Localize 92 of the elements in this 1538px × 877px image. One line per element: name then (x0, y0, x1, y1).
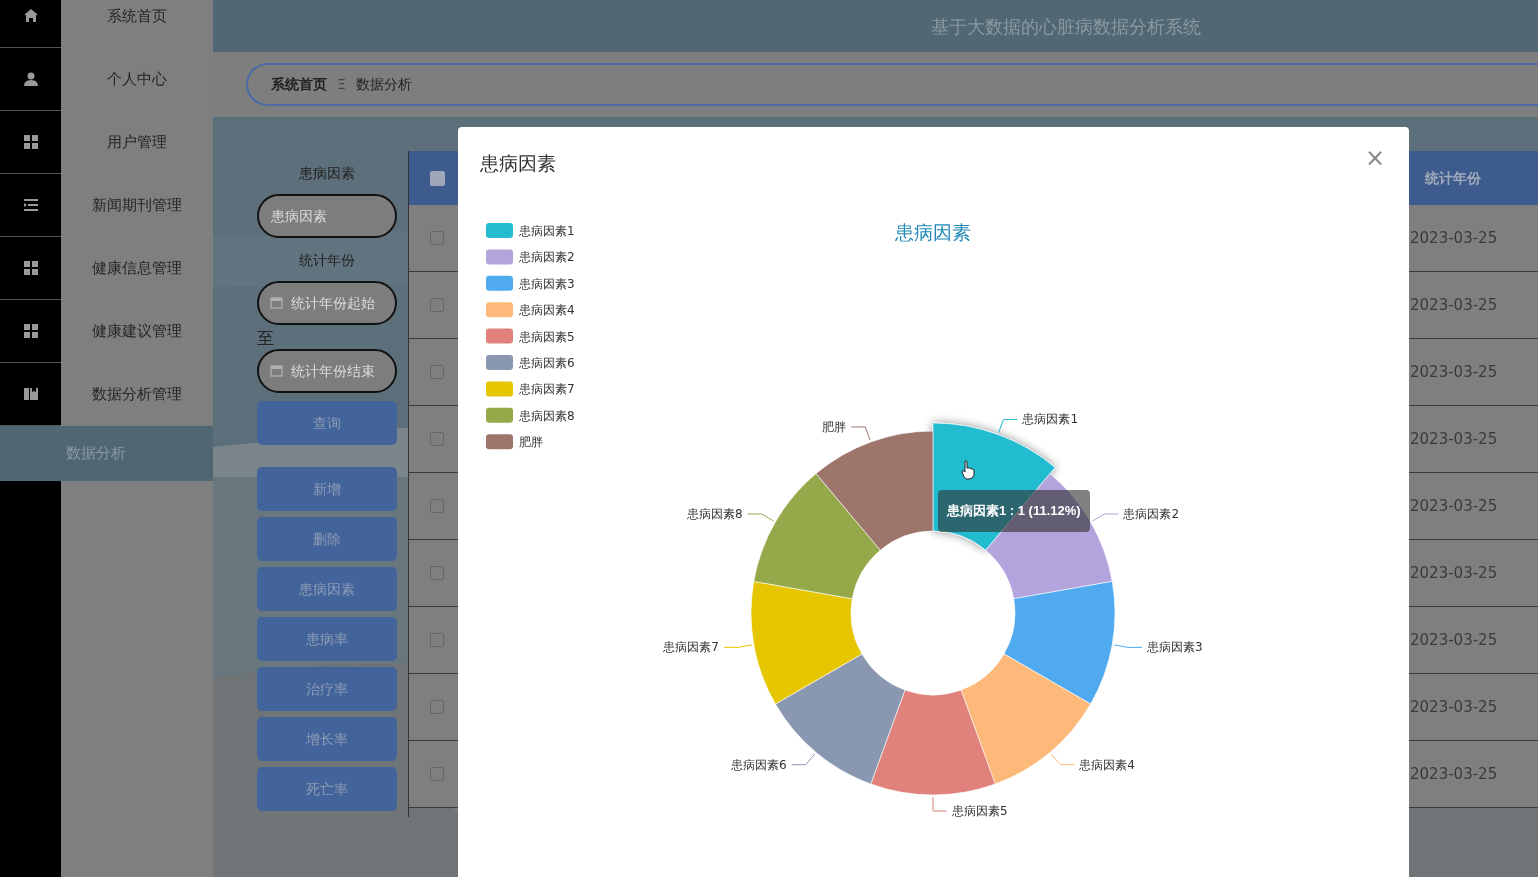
leader-line (1113, 644, 1143, 648)
donut-slice[interactable] (751, 581, 863, 705)
slice-label: 患病因素5 (952, 804, 1008, 818)
legend-item[interactable]: 患病因素4 (486, 302, 575, 318)
home-icon (22, 8, 39, 24)
checkbox[interactable] (430, 566, 444, 580)
slice-label: 患病因素2 (1123, 507, 1180, 521)
checkbox[interactable] (430, 432, 444, 446)
field-label: 统计年份 (298, 251, 356, 270)
input-field[interactable]: 统计年份起始 (257, 281, 397, 325)
leader-line (723, 644, 753, 648)
sidebar-item[interactable]: 个人中心 (61, 48, 213, 111)
sidebar-item[interactable]: 系统首页 (61, 0, 213, 48)
hand-cursor-icon (961, 460, 975, 480)
slice-label: 肥胖 (822, 419, 847, 434)
legend-item[interactable]: 患病因素8 (486, 407, 575, 423)
sidebar-item[interactable]: 数据分析管理 (61, 363, 213, 426)
legend-item[interactable]: 患病因素2 (486, 249, 575, 265)
checkbox[interactable] (430, 767, 444, 781)
user-icon (22, 71, 39, 87)
donut-slice[interactable] (753, 473, 881, 600)
action-button[interactable]: 增长率 (257, 717, 397, 761)
breadcrumb-link[interactable]: 系统首页 (271, 74, 327, 95)
sidebar-item[interactable]: 健康建议管理 (61, 300, 213, 363)
table-cell: 2023-03-25 (1410, 362, 1498, 381)
slice-label: 患病因素6 (731, 757, 787, 772)
leader-line (791, 753, 816, 766)
grid-icon (22, 134, 39, 150)
table-cell: 2023-03-25 (1410, 630, 1498, 649)
table-cell: 2023-03-25 (1410, 764, 1498, 783)
checkbox[interactable] (429, 170, 445, 186)
leader-line (932, 796, 948, 812)
sidebar-item[interactable]: 用户管理 (61, 111, 213, 174)
chart-title: 患病因素 (895, 221, 971, 243)
column-header: 统计年份 (1424, 169, 1481, 186)
modal-title: 患病因素 (480, 151, 556, 176)
app-title: 基于大数据的心脏病数据分析系统 (930, 14, 1201, 39)
field-label: 患病因素 (298, 164, 356, 183)
leader-line (850, 426, 871, 441)
action-button[interactable]: 死亡率 (257, 767, 397, 811)
action-button[interactable]: 治疗率 (257, 667, 397, 711)
checkbox[interactable] (430, 633, 444, 647)
leader-line (998, 418, 1018, 434)
action-button[interactable]: 患病因素 (257, 567, 397, 611)
chart-tooltip: 患病因素1 : 1 (11.12%) (938, 490, 1090, 532)
checkbox[interactable] (430, 231, 444, 245)
legend-item[interactable]: 患病因素7 (486, 381, 575, 397)
table-cell: 2023-03-25 (1410, 295, 1498, 314)
legend-item[interactable]: 患病因素3 (486, 275, 575, 291)
separator-icon: Ξ (337, 74, 346, 95)
slice-label: 患病因素3 (1147, 640, 1203, 655)
legend-item[interactable]: 肥胖 (486, 434, 543, 450)
submenu-item[interactable]: 数据分析 (0, 426, 213, 481)
legend-item[interactable]: 患病因素5 (486, 328, 575, 344)
slice-label: 患病因素1 (1022, 412, 1079, 427)
action-button[interactable]: 删除 (257, 517, 397, 561)
leader-line (747, 513, 775, 522)
book-icon (22, 386, 39, 402)
donut-slice[interactable] (870, 689, 996, 796)
list-icon (22, 197, 39, 213)
legend-item[interactable]: 患病因素1 (486, 223, 575, 238)
leader-line (1050, 753, 1075, 766)
action-button[interactable]: 患病率 (257, 617, 397, 661)
close-button[interactable]: × (1362, 146, 1387, 170)
leader-line (1091, 513, 1119, 522)
calendar-icon (270, 296, 283, 309)
table-cell: 2023-03-25 (1410, 429, 1498, 448)
breadcrumb-link[interactable]: 数据分析 (355, 74, 412, 95)
sidebar-item[interactable]: 健康信息管理 (61, 237, 213, 300)
slice-label: 患病因素4 (1079, 757, 1135, 772)
sidebar-item[interactable]: 新闻期刊管理 (61, 174, 213, 237)
checkbox[interactable] (430, 365, 444, 379)
donut-slice[interactable] (985, 473, 1113, 600)
table-cell: 2023-03-25 (1410, 228, 1498, 247)
slice-label: 患病因素7 (663, 640, 719, 655)
table-cell: 2023-03-25 (1410, 563, 1498, 582)
input-field[interactable]: 患病因素 (257, 194, 397, 238)
table-cell: 2023-03-25 (1410, 697, 1498, 716)
grid-icon (22, 323, 39, 339)
slice-label: 患病因素8 (686, 507, 743, 521)
field-label: 至 (257, 327, 275, 349)
legend-item[interactable]: 患病因素6 (486, 355, 575, 370)
query-button[interactable]: 查询 (257, 401, 397, 445)
checkbox[interactable] (430, 298, 444, 312)
table-cell: 2023-03-25 (1410, 496, 1498, 515)
checkbox[interactable] (430, 499, 444, 513)
calendar-icon (270, 364, 283, 377)
checkbox[interactable] (430, 700, 444, 714)
donut-slice[interactable] (960, 653, 1091, 785)
input-field[interactable]: 统计年份结束 (257, 349, 397, 393)
grid-icon (22, 260, 39, 276)
action-button[interactable]: 新增 (257, 467, 397, 511)
